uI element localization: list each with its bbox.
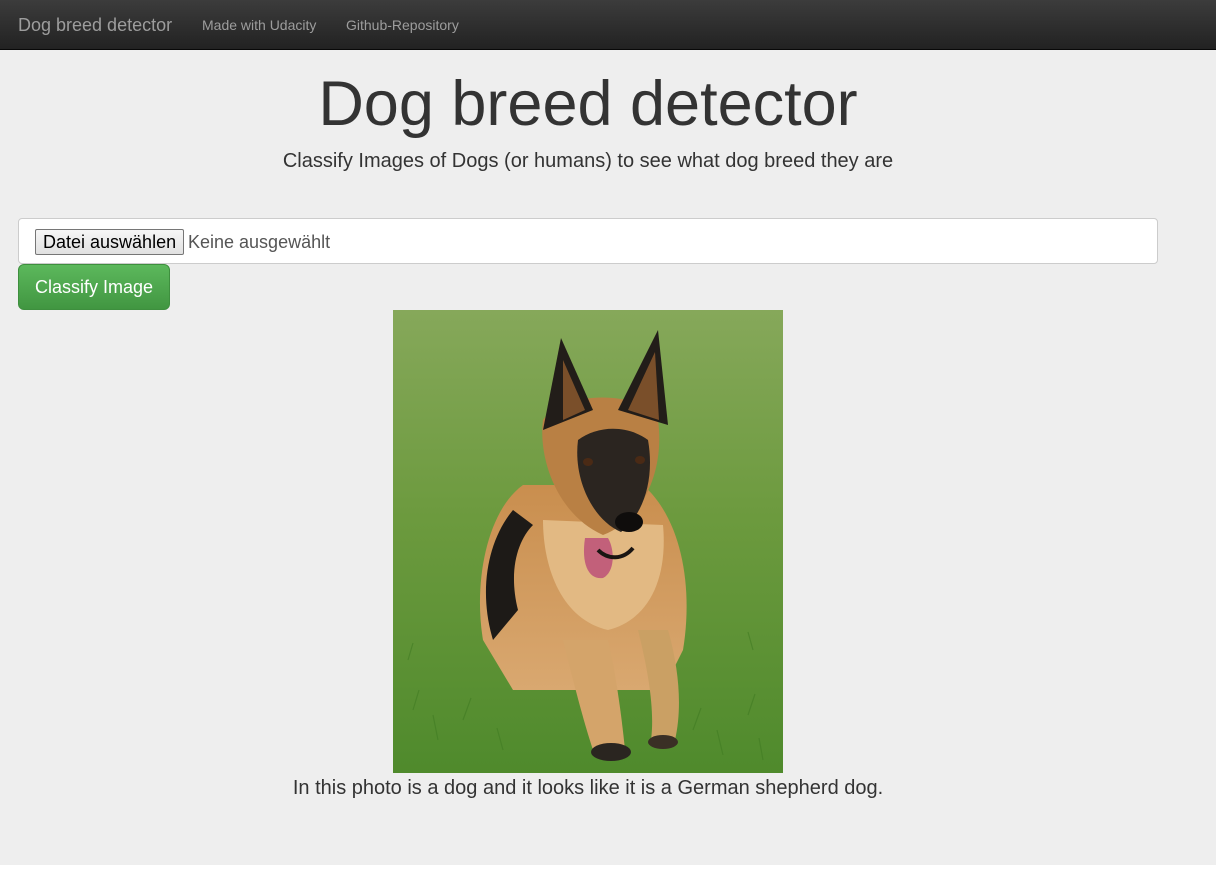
main-jumbotron: Dog breed detector Classify Images of Do… [0,50,1216,865]
page-subtitle: Classify Images of Dogs (or humans) to s… [282,150,894,172]
classification-result: In this photo is a dog and it looks like… [292,777,884,799]
file-status-text: Keine ausgewählt [188,232,331,252]
nav-link-github-repository[interactable]: Github-Repository [346,17,459,34]
choose-file-button[interactable]: Datei auswählen [35,229,185,255]
dog-photo [393,310,783,773]
file-input-field[interactable]: Datei auswählen Keine ausgewählt [18,218,1158,264]
top-navbar: Dog breed detector Made with Udacity Git… [0,0,1216,50]
classify-image-button[interactable]: Classify Image [18,264,170,310]
navbar-brand[interactable]: Dog breed detector [18,14,172,36]
nav-link-udacity[interactable]: Made with Udacity [202,17,316,34]
page-title: Dog breed detector [318,69,858,139]
